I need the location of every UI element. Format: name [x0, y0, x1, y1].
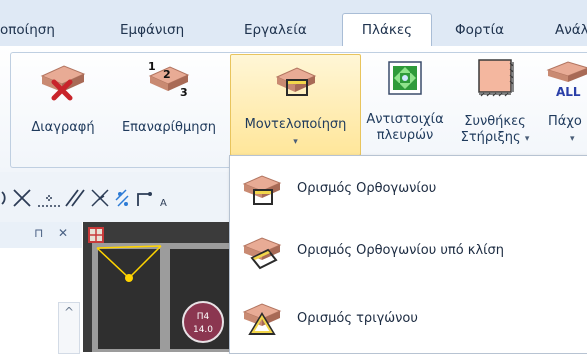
slab-modeling-icon — [275, 67, 316, 96]
inclined-rectangle-slab-icon — [242, 237, 282, 270]
tab-modeling[interactable]: οποίηση — [0, 14, 55, 46]
menu-item-triangle[interactable]: Ορισμός τριγώνου — [230, 296, 587, 346]
menu-item-rectangle[interactable]: Ορισμός Ορθογωνίου — [230, 166, 587, 216]
panel-header: ⊓ ✕ — [0, 222, 82, 249]
chevron-down-icon: ▾ — [524, 134, 530, 144]
drawing-canvas[interactable]: Π4 14.0 — [83, 222, 233, 352]
menu-item-inclined-rectangle[interactable]: Ορισμός Ορθογωνίου υπό κλίση — [230, 228, 587, 278]
thickness-label: Πάχο — [548, 114, 582, 129]
svg-text:1: 1 — [148, 60, 156, 73]
thickness-button[interactable]: ALL Πάχο ▾ — [542, 56, 587, 152]
panel-scrollbar[interactable]: ^ — [58, 302, 80, 354]
tab-loads[interactable]: Φορτία — [455, 14, 504, 46]
pin-icon[interactable]: ⊓ — [34, 226, 43, 240]
support-conditions-label-2: Στήριξης ▾ — [460, 130, 530, 145]
renumber-label: Επαναρίθμηση — [121, 120, 217, 135]
slab-badge-value: 14.0 — [193, 325, 213, 335]
close-icon[interactable]: ✕ — [58, 226, 68, 240]
rectangle-slab-icon — [242, 175, 282, 205]
menu-item-rectangle-label: Ορισμός Ορθογωνίου — [297, 181, 437, 196]
menu-item-triangle-label: Ορισμός τριγώνου — [297, 311, 418, 326]
renumber-button[interactable]: 1 2 3 Επαναρίθμηση — [110, 56, 228, 135]
svg-text:3: 3 — [180, 86, 188, 99]
toolbar-icons: A — [1, 189, 167, 209]
modeling-label: Μοντελοποίηση — [244, 117, 347, 132]
edge-correspondence-label-1: Αντιστοιχία — [366, 112, 444, 127]
slab-thickness-icon: ALL — [546, 61, 587, 99]
slab-renumber-icon: 1 2 3 — [148, 60, 190, 99]
edge-correspondence-icon — [388, 61, 422, 95]
tab-tools[interactable]: Εργαλεία — [244, 14, 307, 46]
support-conditions-button[interactable]: Συνθήκες Στήριξης ▾ — [455, 56, 535, 152]
delete-label: Διαγραφή — [31, 120, 95, 135]
svg-text:A: A — [160, 198, 167, 209]
tab-analysis[interactable]: Ανάλ — [555, 14, 587, 46]
delete-button[interactable]: Διαγραφή — [20, 56, 106, 135]
svg-text:ALL: ALL — [556, 85, 581, 98]
ribbon-tab-bar: οποίηση Εμφάνιση Εργαλεία Πλάκες Φορτία … — [0, 0, 587, 47]
slab-badge-name: Π4 — [197, 312, 210, 322]
tab-view[interactable]: Εμφάνιση — [120, 14, 184, 46]
plan-drawing: Π4 14.0 — [83, 222, 233, 352]
modeling-dropdown-menu: Ορισμός Ορθογωνίου Ορισμός Ορθογωνίου υπ… — [229, 155, 587, 354]
menu-item-inclined-rectangle-label: Ορισμός Ορθογωνίου υπό κλίση — [297, 243, 505, 258]
scroll-up-icon[interactable]: ^ — [64, 305, 74, 319]
support-conditions-icon — [478, 59, 514, 97]
slab-delete-icon — [40, 65, 86, 101]
triangle-slab-icon — [242, 303, 282, 335]
chevron-down-icon: ▾ — [570, 134, 575, 144]
tab-slabs[interactable]: Πλάκες — [342, 13, 432, 47]
modeling-button[interactable]: Μοντελοποίηση ▾ — [230, 54, 361, 156]
support-conditions-label-1: Συνθήκες — [464, 114, 526, 129]
ribbon-panel: Διαγραφή 1 2 3 Επαναρίθμηση Μοντελοποίησ… — [0, 46, 587, 173]
chevron-down-icon: ▾ — [293, 137, 298, 147]
edge-correspondence-label-2: πλευρών — [376, 128, 434, 143]
svg-text:2: 2 — [163, 68, 171, 81]
edge-correspondence-button[interactable]: Αντιστοιχία πλευρών — [360, 56, 450, 152]
